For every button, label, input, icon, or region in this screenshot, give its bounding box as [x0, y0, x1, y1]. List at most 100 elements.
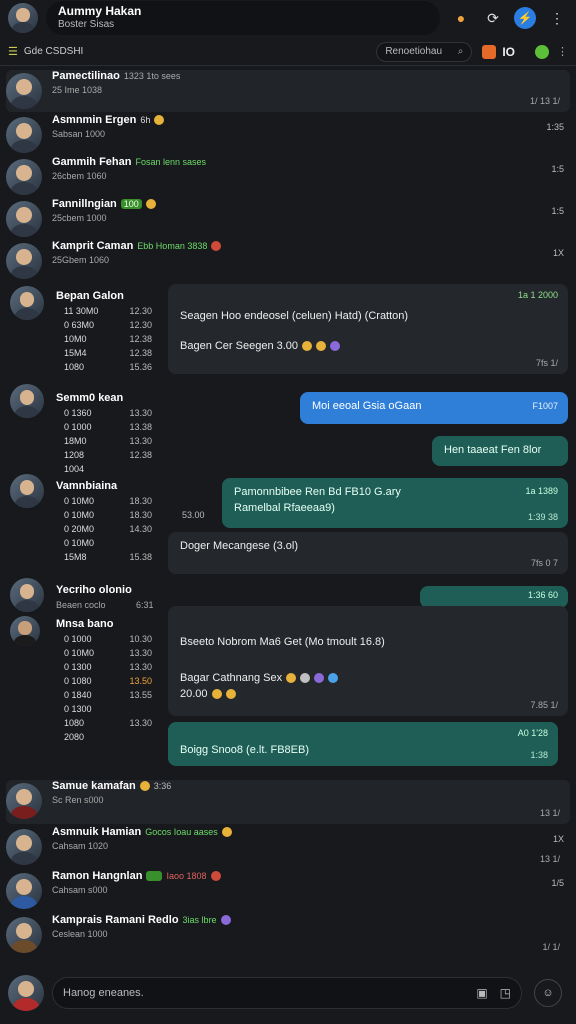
- avatar: [6, 117, 42, 153]
- message-text: Seagen Hoo endeosel (celuen) Hatd) (Crat…: [180, 310, 409, 322]
- message-text: Hen taaeat Fen 8lor: [444, 444, 542, 456]
- message-placeholder: Hanog eneanes.: [63, 987, 144, 999]
- chat-time: 1X: [552, 248, 564, 258]
- avatar[interactable]: [10, 384, 44, 418]
- chat-tag: 6h: [140, 115, 151, 125]
- avatar[interactable]: [10, 616, 40, 646]
- sub-bar: ☰ Gde CSDSHI Renoetiohau ⌕ IO ⋮: [0, 38, 576, 66]
- group-name: Bepan Galon: [56, 290, 124, 302]
- outgoing-message[interactable]: Boigg Snoo8 (e.lt. FB8EB) A0 1'28 1:38: [168, 722, 558, 766]
- message-footer: 1:38: [530, 750, 548, 760]
- outgoing-message[interactable]: 1:36 60: [420, 586, 568, 608]
- message-time: A0 1'28: [517, 728, 548, 738]
- refresh-icon[interactable]: ⟳: [482, 7, 504, 29]
- message-bubble[interactable]: Doger Mecangese (3.ol) 7fs 0 7: [168, 532, 568, 574]
- menu-icon[interactable]: ☰: [8, 45, 18, 58]
- chat-name: Ramon Hangnlan: [52, 870, 143, 882]
- emoji-icon: [211, 241, 222, 252]
- outgoing-message[interactable]: Pamonnbibee Ren Bd FB10 G.ary Ramelbal R…: [222, 478, 568, 528]
- avatar: [6, 201, 42, 237]
- chat-title-pill[interactable]: Aummy Hakan Boster Sisas: [46, 1, 440, 35]
- search-input[interactable]: Renoetiohau ⌕: [376, 41, 473, 62]
- message-footer: 1:39 38: [527, 512, 558, 522]
- attachment-icon[interactable]: ◳: [500, 986, 511, 1000]
- chat-actions[interactable]: 13 1/: [540, 854, 560, 864]
- chat-name: Pamectilinao: [52, 70, 120, 82]
- message-time: 1a 1 2000: [517, 290, 558, 300]
- avatar: [6, 159, 42, 195]
- my-avatar[interactable]: [8, 975, 44, 1011]
- chat-row[interactable]: Gammih Fehan Fosan lenn sases 26cbem 1060…: [6, 156, 570, 198]
- chat-title: Aummy Hakan: [58, 4, 142, 18]
- chat-name: Gammih Fehan: [52, 156, 132, 168]
- chat-tag: Fosan lenn sases: [135, 157, 207, 167]
- status-dot-icon[interactable]: [535, 44, 549, 59]
- chat-tag: 3ias lbre: [182, 915, 217, 925]
- more-icon[interactable]: ⋮: [557, 45, 568, 58]
- chat-name: Asmnmin Ergen: [52, 114, 137, 126]
- message-footer: 7.85 1/: [530, 700, 558, 710]
- chat-time: 1X: [552, 834, 564, 844]
- chat-row[interactable]: Fannillngian 100 25cbem 1000 1:5: [6, 198, 570, 240]
- group-list: 11 30M0 12.30 0 63M0 12.30 10M0 12.38 15M4 1…: [64, 306, 152, 372]
- group-subname: Mnsa bano: [56, 618, 114, 630]
- message-text: Ramelbal Rfaeeaa9): [234, 502, 335, 514]
- chat-actions[interactable]: 1/ 1/: [542, 942, 560, 952]
- avatar: [6, 829, 42, 865]
- chat-meta: 25 Ime 1038: [52, 85, 103, 95]
- chat-tag: Gocos Ioau aases: [145, 827, 218, 837]
- message-text-row: Bagar Cathnang Sex: [180, 672, 556, 684]
- chat-time: 1:5: [551, 206, 564, 216]
- avatar[interactable]: [10, 474, 44, 508]
- message-text: Moi eeoal Gsia oGaan: [312, 400, 422, 412]
- avatar: [6, 73, 42, 109]
- avatar: [6, 873, 42, 909]
- message-bubble[interactable]: Bseeto Nobrom Ma6 Get (Mo tmoult 16.8) B…: [168, 606, 568, 716]
- more-icon[interactable]: ⋮: [546, 7, 568, 29]
- message-footer: 7fs 1/: [535, 358, 558, 368]
- emoji-icon: [145, 199, 156, 210]
- coin-icon[interactable]: ●: [450, 7, 472, 29]
- message-text-row: 20.00: [180, 688, 556, 700]
- outgoing-message[interactable]: Hen taaeat Fen 8lor: [432, 436, 568, 466]
- group-name: Vamnbiaina: [56, 480, 118, 492]
- outgoing-message[interactable]: Moi eeoal Gsia oGaan F1007: [300, 392, 568, 424]
- chat-row[interactable]: Pamectilinao 1323 1to sees 25 Ime 1038 1/…: [6, 70, 570, 112]
- message-input[interactable]: Hanog eneanes. ▣ ◳: [52, 977, 522, 1009]
- chat-name: Kamprais Ramani Redlo: [52, 914, 179, 926]
- emoji-icon: [154, 115, 165, 126]
- chat-actions[interactable]: 1/ 13 1/: [530, 96, 560, 106]
- chat-tag: 100: [120, 199, 142, 209]
- avatar: [6, 243, 42, 279]
- profile-avatar[interactable]: [8, 3, 38, 33]
- group-list: 0 1360 13.30 0 1000 13.38 18M0 13.30 1208 12…: [64, 408, 152, 474]
- avatar[interactable]: [10, 578, 44, 612]
- chat-row[interactable]: Kamprit Caman Ebb Homan 3838 25Gbem 1060 …: [6, 240, 570, 282]
- orange-chip-icon[interactable]: [482, 44, 497, 59]
- group-list: 0 1000 10.30 0 10M0 13.30 0 1300 13.30 0 10…: [64, 634, 152, 742]
- lightning-icon[interactable]: ⚡: [514, 7, 536, 29]
- camera-icon[interactable]: ▣: [476, 986, 487, 1000]
- chat-meta: Ceslean 1000: [52, 929, 108, 939]
- side-time: 53.00: [182, 510, 205, 520]
- chat-subtitle: Boster Sisas: [58, 19, 115, 30]
- message-time: 1:36 60: [527, 590, 558, 600]
- io-label: IO: [502, 44, 515, 59]
- emoji-icon[interactable]: ☺: [534, 979, 562, 1007]
- avatar[interactable]: [10, 286, 44, 320]
- chat-row[interactable]: Asmnuik Hamian Gocos Ioau aases Cahsam 10…: [6, 826, 570, 870]
- chat-tag: Iaoo 1808: [166, 871, 207, 881]
- message-bubble[interactable]: 1a 1 2000 Seagen Hoo endeosel (celuen) H…: [168, 284, 568, 374]
- chat-name: Asmnuik Hamian: [52, 826, 142, 838]
- chat-tag: 3:36: [153, 781, 172, 791]
- chat-row[interactable]: Samue kamafan 3:36 Sc Ren s000 13 1/: [6, 780, 570, 824]
- chat-row[interactable]: Ramon Hangnlan Iaoo 1808 Cahsam s000 1/5: [6, 870, 570, 914]
- message-text: Boigg Snoo8 (e.lt. FB8EB): [180, 744, 310, 756]
- chat-row[interactable]: Asmnmin Ergen 6h Sabsan 1000 1:35: [6, 114, 570, 156]
- message-text: Pamonnbibee Ren Bd FB10 G.ary: [234, 486, 401, 498]
- avatar: [6, 783, 42, 819]
- chat-name: Samue kamafan: [52, 780, 136, 792]
- chat-meta: Cahsam s000: [52, 885, 108, 895]
- chat-row[interactable]: Kamprais Ramani Redlo 3ias lbre Ceslean 1…: [6, 914, 570, 958]
- chat-actions[interactable]: 13 1/: [540, 808, 560, 818]
